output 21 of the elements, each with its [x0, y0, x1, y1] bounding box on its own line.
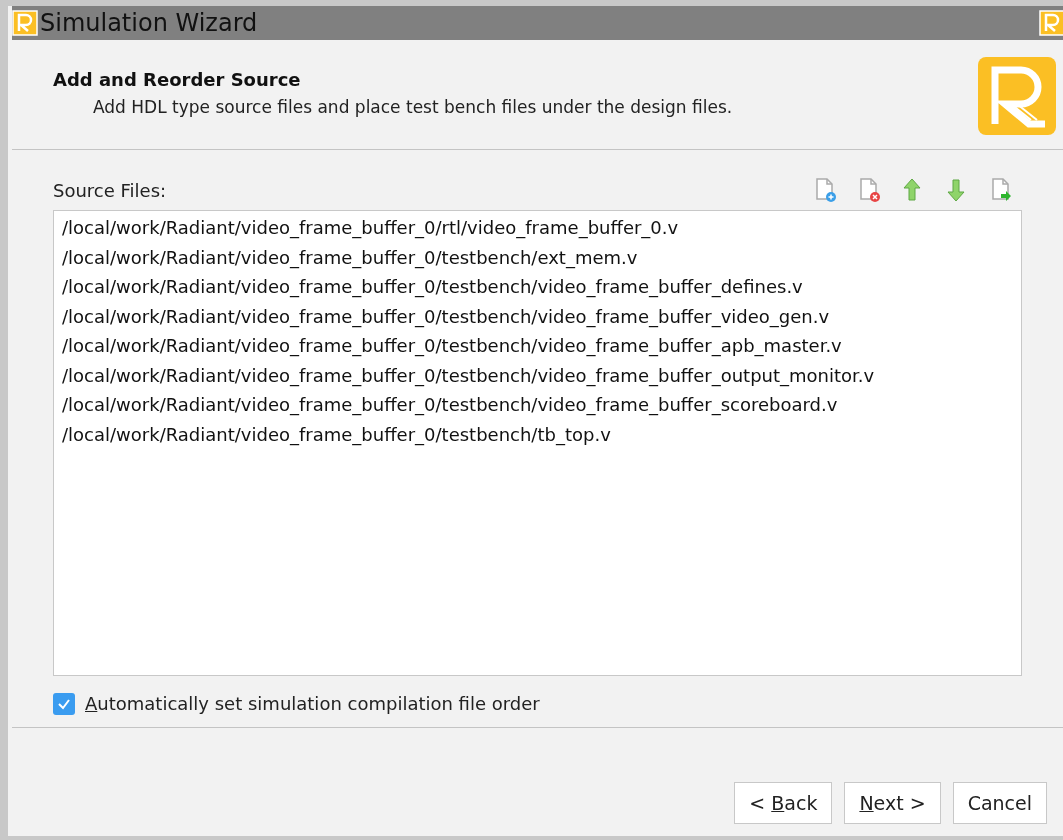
- checkbox-label[interactable]: Automatically set simulation compilation file order: [85, 690, 540, 717]
- file-path[interactable]: /local/work/Radiant/video_frame_buffer_0/testbench/video_frame_buffer_scoreboard.v: [62, 390, 1013, 420]
- app-logo-icon: [977, 56, 1057, 136]
- app-logo-icon: [1039, 10, 1063, 36]
- source-files-label: Source Files:: [53, 178, 167, 203]
- file-path[interactable]: /local/work/Radiant/video_frame_buffer_0/testbench/ext_mem.v: [62, 242, 1013, 272]
- wizard-button[interactable]: Cancel: [952, 782, 1047, 824]
- file-path[interactable]: /local/work/Radiant/video_frame_buffer_0/rtl/video_frame_buffer_0.v: [62, 213, 1013, 243]
- file-path[interactable]: /local/work/Radiant/video_frame_buffer_0/testbench/video_frame_buffer_video_gen.v: [62, 301, 1013, 331]
- page-title: Add and Reorder Source: [53, 68, 302, 92]
- wizard-button[interactable]: < Back: [734, 782, 833, 824]
- file-path[interactable]: /local/work/Radiant/video_frame_buffer_0/testbench/tb_top.v: [62, 419, 1013, 449]
- app-logo-icon: [12, 10, 38, 36]
- file-path[interactable]: /local/work/Radiant/video_frame_buffer_0/testbench/video_frame_buffer_defines.v: [62, 272, 1013, 302]
- file-path[interactable]: /local/work/Radiant/video_frame_buffer_0/testbench/video_frame_buffer_apb_master.v: [62, 331, 1013, 361]
- file-list[interactable]: [53, 210, 1022, 676]
- window-title: Simulation Wizard: [40, 8, 258, 39]
- page-description: Add HDL type source files and place test bench files under the design files.: [92, 96, 733, 119]
- file-path[interactable]: /local/work/Radiant/video_frame_buffer_0/testbench/video_frame_buffer_output_monitor.v: [62, 360, 1013, 390]
- checkbox[interactable]: [53, 692, 75, 715]
- wizard-button[interactable]: Next >: [844, 782, 941, 824]
